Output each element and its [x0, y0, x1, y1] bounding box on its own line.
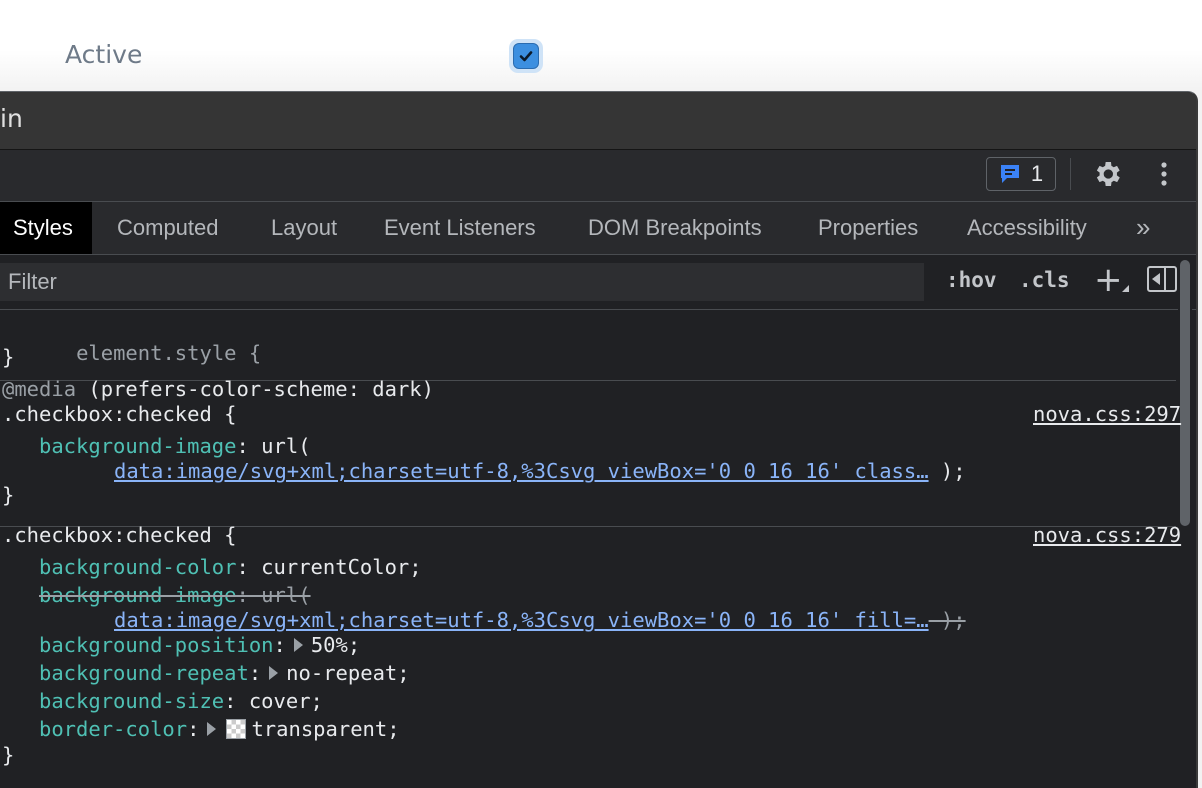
tab-dom-breakpoints[interactable]: DOM Breakpoints	[588, 202, 762, 254]
active-checkbox[interactable]	[509, 39, 543, 73]
close-brace: }	[2, 483, 15, 507]
rule1-prop[interactable]: background-image	[39, 434, 236, 458]
prop-value[interactable]: no-repeat;	[286, 661, 409, 685]
styles-filter-bar: :hov .cls +	[0, 255, 1196, 310]
decl-border-color[interactable]: border-color: transparent;	[39, 716, 400, 742]
devtools-window: in 1 Styles Computed Layout Event Listen…	[0, 91, 1198, 788]
checkmark-icon	[519, 51, 533, 62]
toggle-arrow-icon	[1152, 273, 1160, 285]
prop-name[interactable]: background-position	[39, 633, 274, 657]
devtools-title: in	[0, 104, 23, 133]
rule2-selector[interactable]: .checkbox:checked {	[2, 522, 237, 548]
media-query: @media (prefers-color-scheme: dark)	[2, 376, 434, 402]
checkbox-box[interactable]	[513, 43, 539, 69]
rule1-url-line: data:image/svg+xml;charset=utf-8,%3Csvg …	[114, 458, 966, 484]
tab-properties[interactable]: Properties	[818, 202, 918, 254]
decl-background-color[interactable]: background-color: currentColor;	[39, 554, 422, 580]
tab-accessibility[interactable]: Accessibility	[967, 202, 1087, 254]
cls-button[interactable]: .cls	[1019, 268, 1070, 292]
gear-icon[interactable]	[1091, 158, 1123, 190]
prop-value[interactable]: : currentColor;	[236, 555, 421, 579]
tab-layout[interactable]: Layout	[271, 202, 337, 254]
decl-background-image-overridden[interactable]: background-image: url(	[39, 582, 311, 608]
rule1-selector[interactable]: .checkbox:checked {	[2, 401, 237, 427]
toggle-divider	[1164, 268, 1166, 290]
rule1-url-suffix: );	[928, 459, 966, 483]
rule1-url-link[interactable]: data:image/svg+xml;charset=utf-8,%3Csvg …	[114, 459, 929, 483]
rule2-url-suffix: );	[928, 608, 966, 632]
toolbar-divider	[1070, 158, 1071, 190]
more-tabs-icon[interactable]: »	[1136, 202, 1150, 254]
media-condition: (prefers-color-scheme: dark)	[76, 377, 434, 401]
message-icon	[1000, 165, 1019, 183]
element-style-text: element.style {	[76, 341, 262, 365]
new-rule-menu-icon[interactable]	[1122, 285, 1129, 292]
prop-name[interactable]: background-color	[39, 555, 236, 579]
expand-arrow-icon[interactable]	[207, 721, 217, 736]
prop-name[interactable]: border-color	[39, 717, 187, 741]
rule1-val[interactable]: : url(	[236, 434, 310, 458]
filter-input[interactable]	[0, 263, 924, 301]
expand-arrow-icon[interactable]	[269, 665, 279, 680]
tab-event-listeners[interactable]: Event Listeners	[384, 202, 536, 254]
hov-button[interactable]: :hov	[946, 268, 997, 292]
rule2-url-link[interactable]: data:image/svg+xml;charset=utf-8,%3Csvg …	[114, 608, 929, 632]
rule1-source-link[interactable]: nova.css:297	[1033, 401, 1181, 427]
close-brace: }	[2, 345, 15, 369]
decl-background-repeat[interactable]: background-repeat: no-repeat;	[39, 660, 410, 686]
new-style-rule-button[interactable]: +	[1094, 263, 1123, 297]
close-brace: }	[2, 743, 15, 767]
prop-value[interactable]: : cover;	[224, 689, 323, 713]
issues-button[interactable]: 1	[986, 157, 1056, 191]
toggle-sidebar-icon[interactable]	[1147, 266, 1177, 292]
rule1-declaration[interactable]: background-image: url(	[39, 433, 311, 459]
devtools-titlebar: in	[0, 92, 1196, 150]
rule2-source-link[interactable]: nova.css:279	[1033, 522, 1181, 548]
prop-value[interactable]: transparent;	[251, 717, 399, 741]
color-swatch-icon[interactable]	[226, 718, 247, 739]
tab-styles[interactable]: Styles	[0, 202, 92, 254]
media-keyword: @media	[2, 377, 77, 401]
issues-count: 1	[1030, 161, 1044, 186]
styles-pane: element.style { } @media (prefers-color-…	[0, 310, 1181, 788]
prop-name[interactable]: background-image	[39, 583, 236, 607]
tab-computed[interactable]: Computed	[117, 202, 219, 254]
prop-value[interactable]: : url(	[236, 583, 310, 607]
prop-name[interactable]: background-repeat	[39, 661, 249, 685]
prop-name[interactable]: background-size	[39, 689, 224, 713]
rule2-url-line: data:image/svg+xml;charset=utf-8,%3Csvg …	[114, 607, 966, 633]
more-options-icon[interactable]	[1154, 158, 1174, 190]
sidebar-tabs: Styles Computed Layout Event Listeners D…	[0, 202, 1196, 255]
prop-value[interactable]: 50%;	[311, 633, 360, 657]
active-label: Active	[65, 40, 143, 69]
decl-background-position[interactable]: background-position: 50%;	[39, 632, 360, 658]
expand-arrow-icon[interactable]	[293, 637, 303, 652]
devtools-toolbar: 1	[0, 150, 1196, 202]
decl-background-size[interactable]: background-size: cover;	[39, 688, 323, 714]
scrollbar-thumb[interactable]	[1180, 260, 1190, 526]
